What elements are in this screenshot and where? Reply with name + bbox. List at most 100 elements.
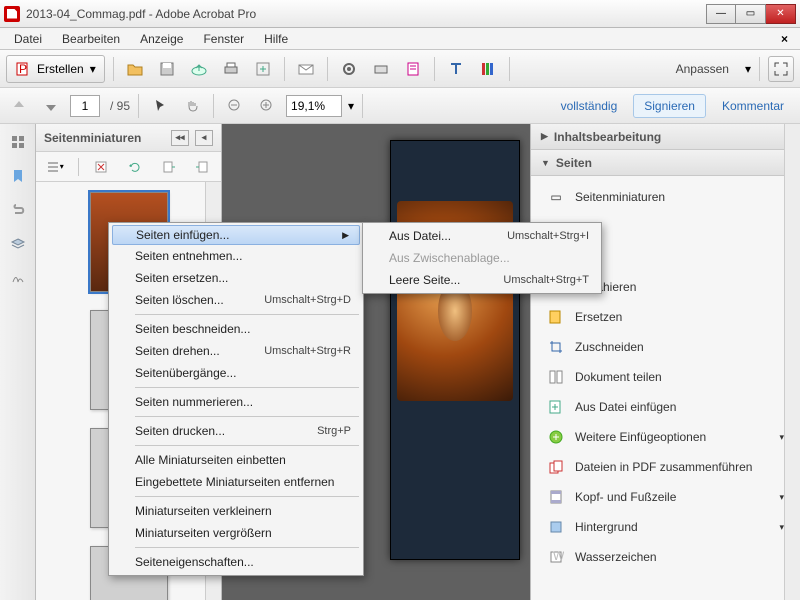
zoom-value[interactable]: 19,1% <box>286 95 342 117</box>
thumbs-options-button[interactable]: ▾ <box>42 154 68 180</box>
form-button[interactable] <box>400 56 426 82</box>
settings-button[interactable] <box>336 56 362 82</box>
fullscreen-button[interactable] <box>768 56 794 82</box>
ctx-item[interactable]: Seiten beschneiden... <box>111 318 361 340</box>
thumbs-next-button[interactable]: ◂ <box>195 130 213 146</box>
ctx-item[interactable]: Seiten drucken...Strg+P <box>111 420 361 442</box>
minimize-button[interactable]: — <box>706 4 736 24</box>
section-seiten[interactable]: ▼Seiten <box>531 150 800 176</box>
vollstaendig-link[interactable]: vollständig <box>551 95 628 117</box>
background-icon <box>547 518 565 536</box>
tool-wasserzeichen[interactable]: WWasserzeichen <box>531 542 800 572</box>
attachments-rail-icon[interactable] <box>8 200 28 220</box>
split-icon <box>547 368 565 386</box>
thumbs-delete-button[interactable] <box>89 154 115 180</box>
signatures-rail-icon[interactable] <box>8 268 28 288</box>
tool-kopf-fusszeile[interactable]: Kopf- und Fußzeile▾ <box>531 482 800 512</box>
combine-icon <box>547 458 565 476</box>
menu-fenster[interactable]: Fenster <box>195 30 252 48</box>
ctx-item[interactable]: Miniaturseiten verkleinern <box>111 500 361 522</box>
dropdown-caret-icon: ▾ <box>745 62 751 76</box>
ctx-item[interactable]: Seitenübergänge... <box>111 362 361 384</box>
section-inhaltsbearbeitung[interactable]: ▶Inhaltsbearbeitung <box>531 124 800 150</box>
save-icon <box>158 60 176 78</box>
page-x-icon <box>94 160 108 174</box>
create-button[interactable]: P Erstellen ▾ <box>6 55 105 83</box>
page-number-input[interactable] <box>70 95 100 117</box>
ctx-item[interactable]: Seiten ersetzen... <box>111 267 361 289</box>
svg-text:W: W <box>553 549 564 563</box>
ctx-item[interactable]: Miniaturseiten vergrößern <box>111 522 361 544</box>
thumbs-rotate-button[interactable] <box>122 154 148 180</box>
main-toolbar: P Erstellen ▾ Anpassen ▾ <box>0 50 800 88</box>
thumbnails-toolbar: ▾ <box>36 152 221 182</box>
layers-rail-icon[interactable] <box>8 234 28 254</box>
prev-page-button[interactable] <box>6 93 32 119</box>
replace-icon <box>547 308 565 326</box>
hand-tool[interactable] <box>179 93 205 119</box>
maximize-button[interactable]: ▭ <box>736 4 766 24</box>
menu-bearbeiten[interactable]: Bearbeiten <box>54 30 128 48</box>
print-button[interactable] <box>218 56 244 82</box>
menubar-close-icon[interactable]: × <box>775 32 794 46</box>
gear-icon <box>340 60 358 78</box>
cloud-button[interactable] <box>186 56 212 82</box>
ctx-item[interactable]: Seiten drehen...Umschalt+Strg+R <box>111 340 361 362</box>
tool-weitere-einfuegeoptionen[interactable]: Weitere Einfügeoptionen▾ <box>531 422 800 452</box>
bookmarks-rail-icon[interactable] <box>8 166 28 186</box>
share-button[interactable] <box>250 56 276 82</box>
chevron-right-icon: ▶ <box>541 131 548 142</box>
svg-text:P: P <box>19 62 27 76</box>
tool-dateien-zusammenfuehren[interactable]: Dateien in PDF zusammenführen <box>531 452 800 482</box>
tool-hintergrund[interactable]: Hintergrund▾ <box>531 512 800 542</box>
page-total: / 95 <box>110 99 130 113</box>
dropdown-caret-icon[interactable]: ▾ <box>348 99 354 113</box>
multimedia-button[interactable] <box>475 56 501 82</box>
open-button[interactable] <box>122 56 148 82</box>
anpassen-button[interactable]: Anpassen <box>666 62 739 76</box>
text-select-icon <box>447 60 465 78</box>
ctx-item[interactable]: Seiten entnehmen... <box>111 245 361 267</box>
ctx-item[interactable]: Seiten einfügen...▶ <box>112 225 360 245</box>
tool-aus-datei-einfuegen[interactable]: Aus Datei einfügen <box>531 392 800 422</box>
form-icon <box>404 60 422 78</box>
save-button[interactable] <box>154 56 180 82</box>
menu-hilfe[interactable]: Hilfe <box>256 30 296 48</box>
menu-datei[interactable]: Datei <box>6 30 50 48</box>
tool-dokument-teilen[interactable]: Dokument teilen <box>531 362 800 392</box>
crop-icon <box>547 338 565 356</box>
submenu-item[interactable]: Leere Seite...Umschalt+Strg+T <box>365 269 599 291</box>
thumbnails-title: Seitenminiaturen <box>44 131 141 145</box>
arrow-down-icon <box>43 98 59 114</box>
submenu-item: Aus Zwischenablage... <box>365 247 599 269</box>
ctx-item[interactable]: Alle Miniaturseiten einbetten <box>111 449 361 471</box>
signieren-link[interactable]: Signieren <box>633 94 706 118</box>
edit-text-button[interactable] <box>443 56 469 82</box>
menu-anzeige[interactable]: Anzeige <box>132 30 191 48</box>
select-tool[interactable] <box>147 93 173 119</box>
tool-zuschneiden[interactable]: Zuschneiden <box>531 332 800 362</box>
thumbs-insert-button[interactable] <box>189 154 215 180</box>
scan-button[interactable] <box>368 56 394 82</box>
thumbs-prev-button[interactable]: ◂◂ <box>171 130 189 146</box>
email-button[interactable] <box>293 56 319 82</box>
next-page-button[interactable] <box>38 93 64 119</box>
ctx-item[interactable]: Seiteneigenschaften... <box>111 551 361 573</box>
submenu-item[interactable]: Aus Datei...Umschalt+Strg+I <box>365 225 599 247</box>
kommentar-link[interactable]: Kommentar <box>712 95 794 117</box>
ctx-item[interactable]: Seiten nummerieren... <box>111 391 361 413</box>
ctx-item[interactable]: Eingebettete Miniaturseiten entfernen <box>111 471 361 493</box>
tool-ersetzen[interactable]: Ersetzen <box>531 302 800 332</box>
envelope-icon <box>297 60 315 78</box>
tools-scrollbar[interactable] <box>784 124 800 600</box>
printer-icon <box>222 60 240 78</box>
zoom-in-button[interactable] <box>254 93 280 119</box>
header-footer-icon <box>547 488 565 506</box>
thumbnails-rail-icon[interactable] <box>8 132 28 152</box>
zoom-out-button[interactable] <box>222 93 248 119</box>
menu-list-icon <box>46 160 60 174</box>
tool-seitenminiaturen[interactable]: ▭Seitenminiaturen <box>531 182 800 212</box>
close-button[interactable]: ✕ <box>766 4 796 24</box>
thumbs-extract-button[interactable] <box>156 154 182 180</box>
ctx-item[interactable]: Seiten löschen...Umschalt+Strg+D <box>111 289 361 311</box>
